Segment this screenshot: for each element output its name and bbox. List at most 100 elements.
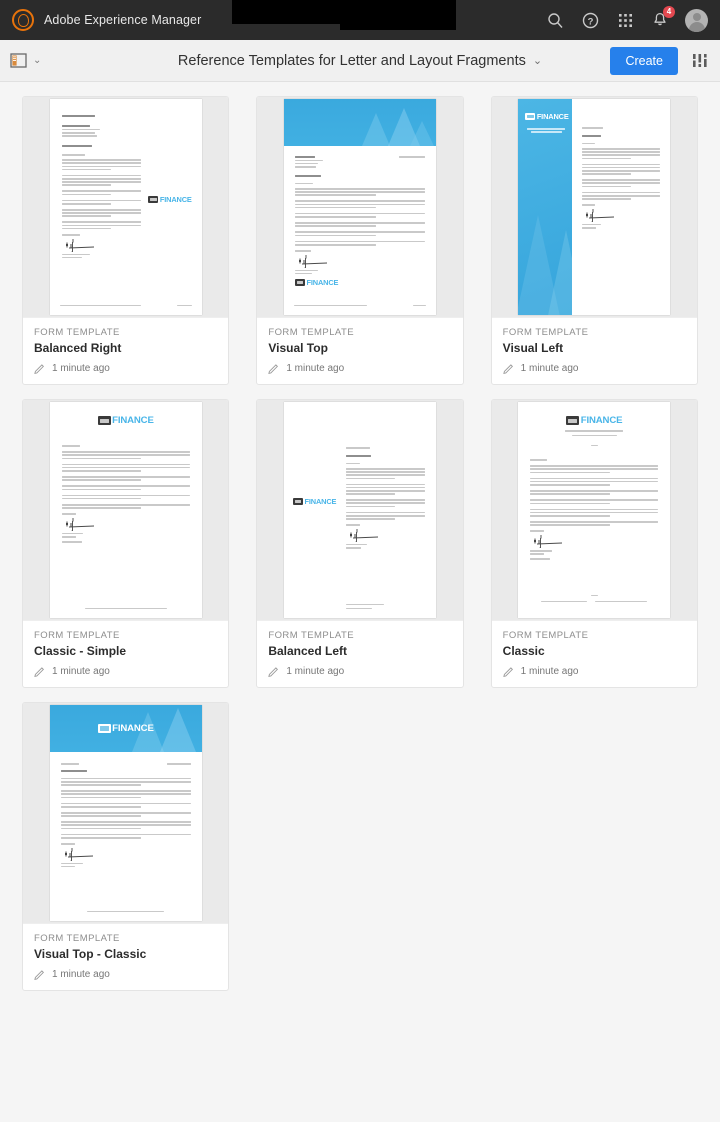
template-preview-visual-left: FINANCE: [518, 99, 671, 315]
card-kind: FORM TEMPLATE: [502, 327, 589, 338]
card-meta: FORM TEMPLATE Balanced Right 1 minute ag…: [23, 317, 229, 384]
signature-image: [582, 208, 617, 222]
finance-logo: FINANCE: [294, 277, 339, 287]
signature-image: [60, 847, 95, 861]
card-modified-time: 1 minute ago: [286, 666, 345, 677]
brand-name: Adobe Experience Manager: [44, 13, 202, 27]
signature-image: [294, 254, 329, 268]
card-meta: FORM TEMPLATE Visual Top - Classic 1 min…: [23, 923, 229, 990]
template-card[interactable]: FINANCE: [22, 702, 230, 991]
template-preview-balanced-left: FINANCE: [283, 402, 436, 618]
finance-logo: FINANCE: [292, 498, 336, 505]
header-actions: ? 4: [545, 6, 708, 32]
page-footer: [60, 608, 192, 611]
finance-logo-text: FINANCE: [112, 722, 154, 734]
finance-logo-text: FINANCE: [580, 415, 623, 426]
template-card[interactable]: FINANCE: [256, 399, 464, 688]
card-modified-time: 1 minute ago: [520, 666, 579, 677]
pencil-icon: [268, 667, 279, 677]
rail-toggle-icon: [10, 53, 27, 68]
template-preview-classic: FINANCE: [518, 402, 671, 618]
template-preview-classic-simple: FINANCE: [49, 402, 202, 618]
card-modified-row: 1 minute ago: [268, 666, 451, 677]
page-footer: [293, 305, 426, 308]
page-footer: [60, 911, 192, 914]
signature-image: [61, 517, 96, 531]
signature-image: [345, 528, 380, 542]
card-thumbnail: FINANCE: [23, 703, 229, 923]
avatar[interactable]: [685, 8, 708, 32]
adobe-logo-icon[interactable]: [12, 9, 34, 31]
card-thumbnail: FINANCE: [491, 400, 697, 620]
bell-icon[interactable]: 4: [650, 6, 675, 30]
template-card[interactable]: FINANCE: [490, 399, 698, 688]
finance-logo-icon: [97, 724, 111, 733]
finance-logo-text: FINANCE: [306, 277, 339, 287]
signature-image: [530, 535, 565, 549]
banner-graphic: FINANCE: [518, 99, 573, 315]
search-icon[interactable]: [545, 10, 565, 30]
card-thumbnail: FINANCE: [257, 400, 463, 620]
pencil-icon: [34, 364, 44, 374]
content-area: FINANCE FORM TEMPLATE Balanced Right 1 m…: [0, 82, 720, 1122]
action-bar-right: Create: [610, 46, 710, 75]
global-header: Adobe Experience Manager ? 4: [0, 0, 720, 40]
finance-logo-text: FINANCE: [159, 195, 192, 204]
finance-logo-icon: [97, 416, 111, 426]
action-bar: ⌄ Reference Templates for Letter and Lay…: [0, 40, 720, 82]
finance-logo-icon: [525, 113, 536, 121]
finance-logo-text: FINANCE: [112, 415, 154, 426]
template-preview-visual-top: FINANCE: [283, 99, 436, 315]
card-title: Visual Top - Classic: [34, 947, 147, 961]
finance-logo: FINANCE: [97, 722, 154, 734]
notification-badge: 4: [663, 6, 675, 18]
pencil-icon: [34, 970, 44, 980]
card-title: Classic: [502, 644, 545, 658]
card-kind: FORM TEMPLATE: [34, 630, 120, 641]
card-modified-time: 1 minute ago: [52, 363, 110, 374]
card-meta: FORM TEMPLATE Classic - Simple 1 minute …: [23, 620, 229, 687]
finance-logo: FINANCE: [97, 415, 154, 426]
rail-toggle-button[interactable]: ⌄: [10, 53, 41, 68]
pencil-icon: [502, 364, 513, 374]
card-kind: FORM TEMPLATE: [34, 327, 120, 338]
card-meta: FORM TEMPLATE Visual Left 1 minute ago: [491, 317, 697, 384]
adobe-logo-inner: [17, 13, 29, 27]
finance-logo-icon: [294, 279, 305, 287]
card-kind: FORM TEMPLATE: [268, 630, 355, 641]
card-modified-row: 1 minute ago: [34, 363, 217, 374]
card-thumbnail: FINANCE: [257, 97, 463, 317]
svg-text:?: ?: [587, 16, 593, 27]
solutions-grid-icon[interactable]: [615, 10, 635, 30]
pencil-icon: [268, 364, 279, 374]
chevron-down-icon: ⌄: [33, 54, 42, 66]
template-card[interactable]: FINANCE FORM TEMPLATE Balanced Right 1 m…: [22, 96, 230, 385]
card-kind: FORM TEMPLATE: [34, 933, 120, 944]
finance-logo: FINANCE: [148, 195, 192, 204]
card-modified-time: 1 minute ago: [52, 666, 110, 677]
header-redaction-overlay-2: [340, 0, 456, 30]
create-button[interactable]: Create: [610, 46, 678, 75]
card-title: Classic - Simple: [34, 644, 127, 658]
signature-image: [61, 238, 96, 252]
card-modified-row: 1 minute ago: [34, 969, 217, 980]
card-modified-row: 1 minute ago: [268, 363, 451, 374]
template-card[interactable]: FINANCE: [490, 96, 698, 385]
finance-logo-icon: [148, 196, 159, 204]
view-settings-icon[interactable]: [690, 51, 710, 71]
card-title: Visual Left: [502, 341, 564, 355]
card-modified-row: 1 minute ago: [502, 363, 686, 374]
card-modified-row: 1 minute ago: [34, 666, 217, 677]
template-preview-visual-top-classic: FINANCE: [49, 705, 202, 921]
template-card[interactable]: FINANCE FORM TEMPLATE Visual Top 1 minut…: [256, 96, 464, 385]
banner-graphic: FINANCE: [49, 705, 202, 752]
card-meta: FORM TEMPLATE Classic 1 minute ago: [491, 620, 697, 687]
template-card[interactable]: FINANCE: [22, 399, 230, 688]
card-modified-row: 1 minute ago: [502, 666, 686, 677]
card-meta: FORM TEMPLATE Balanced Left 1 minute ago: [257, 620, 463, 687]
finance-logo: FINANCE: [525, 112, 569, 121]
card-thumbnail: FINANCE: [23, 400, 229, 620]
title-chevron-down-icon[interactable]: ⌄: [533, 54, 542, 67]
finance-logo-text: FINANCE: [536, 112, 569, 121]
help-icon[interactable]: ?: [580, 10, 600, 30]
